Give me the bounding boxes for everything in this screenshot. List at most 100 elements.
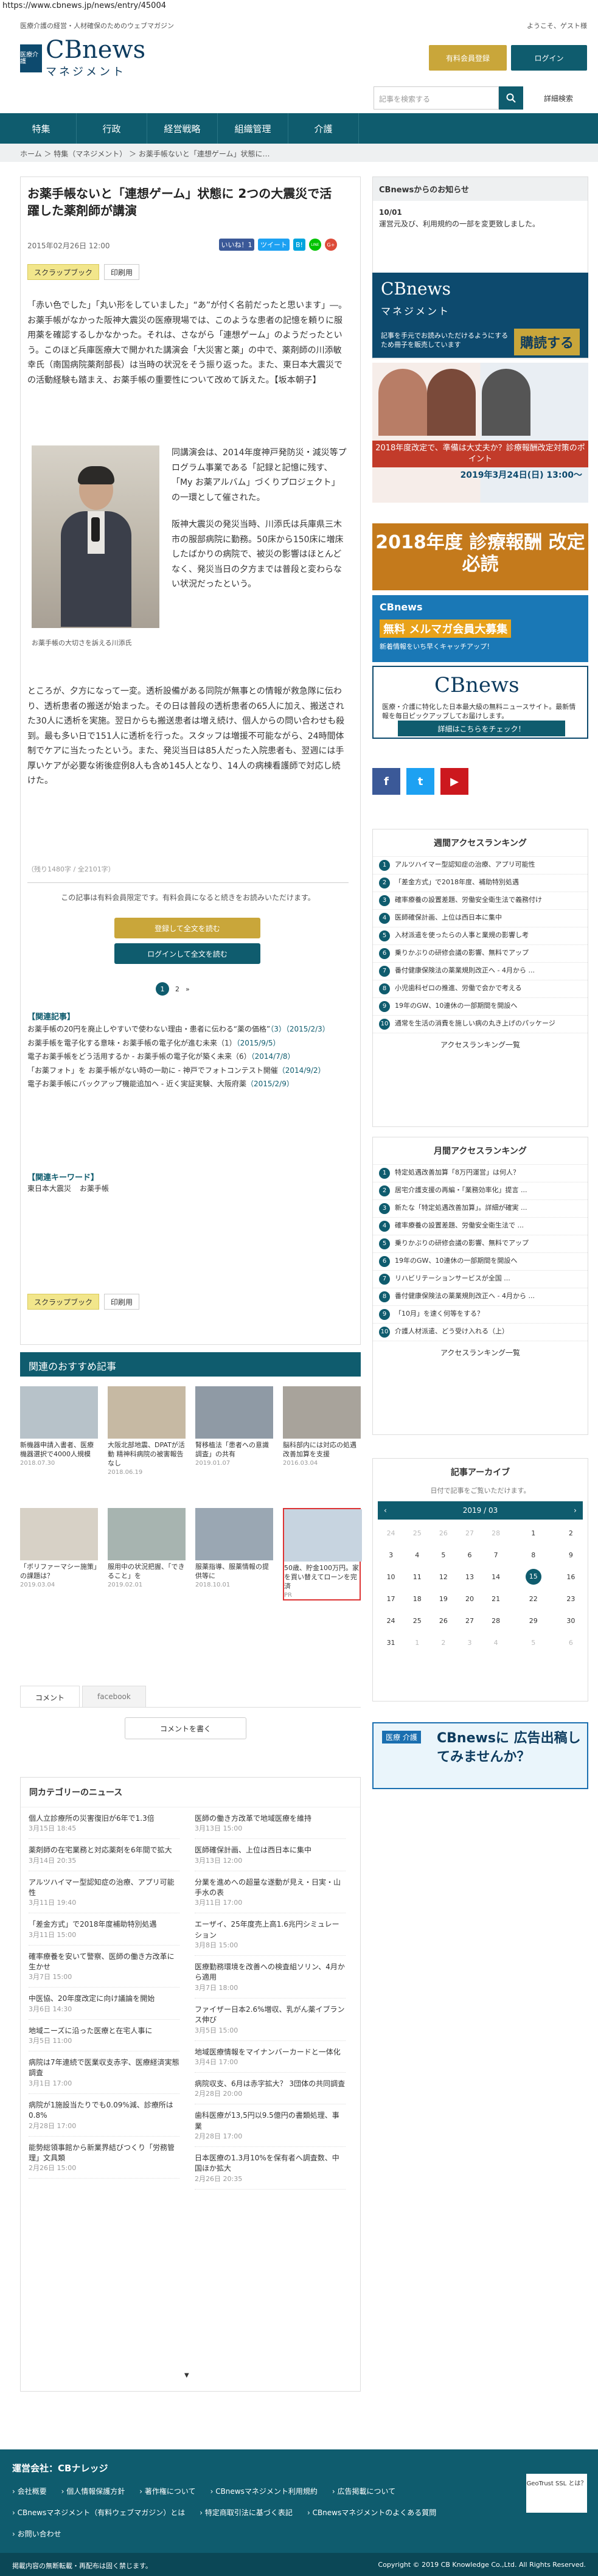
footer-link[interactable]: 特定商取引法に基づく表記 <box>200 2507 293 2518</box>
ad-advertise[interactable]: 医療 介護 CBnewsに 広告出稿してみませんか？ <box>372 1722 588 1789</box>
more-news-icon[interactable]: ▼ <box>184 2372 189 2379</box>
login-button[interactable]: ログイン <box>511 45 587 71</box>
print-button[interactable]: 印刷用 <box>104 1294 140 1310</box>
write-comment-button[interactable]: コメントを書く <box>125 1717 246 1739</box>
search-input[interactable]: 記事を検索する <box>374 86 499 110</box>
page-next[interactable]: » <box>186 985 190 993</box>
footer-link[interactable]: 個人情報保護方針 <box>61 2486 125 2496</box>
site-logo[interactable]: 医療介護 CBnews マネジメント <box>20 38 203 79</box>
keyword-link[interactable]: お薬手帳 <box>80 1183 109 1193</box>
prev-month-icon[interactable]: ‹ <box>384 1506 387 1515</box>
share-line-button[interactable]: LINE <box>309 239 321 251</box>
news-item[interactable]: 病院が1施設当たりでも0.09%減、診療所は0.8% 2月28日 17:00 <box>29 2100 179 2137</box>
ranking-item[interactable]: 3 確率療養の設置差題、労働安全衛生法で義務付け <box>373 892 588 910</box>
news-item[interactable]: アルツハイマー型認知症の治療、アプリ可能性 3月11日 19:40 <box>29 1877 179 1914</box>
ranking-item[interactable]: 5 入材派遣を使ったらの人事と業規の影響し考 <box>373 927 588 945</box>
scrapbook-button[interactable]: スクラップブック <box>27 1294 100 1310</box>
twitter-icon[interactable]: t <box>406 768 434 795</box>
share-facebook-button[interactable]: いいね！1 <box>219 239 254 251</box>
nav-item-feature[interactable]: 特集 <box>6 113 77 144</box>
footer-link[interactable]: 著作権について <box>139 2486 196 2496</box>
ranking-item[interactable]: 10 通常を生活の消費を施しい病の丸き上げのパッケージ <box>373 1016 588 1033</box>
ranking-item[interactable]: 1 アルツハイマー型認知症の治療、アプリ可能性 <box>373 857 588 874</box>
next-month-icon[interactable]: › <box>574 1506 577 1515</box>
ranking-more-link[interactable]: アクセスランキング一覧 <box>373 1033 588 1056</box>
register-read-button[interactable]: 登録して全文を読む <box>114 918 260 938</box>
nav-item-strategy[interactable]: 経営戦略 <box>147 113 218 144</box>
footer-link[interactable]: CBnewsマネジメントのよくある質問 <box>307 2507 437 2518</box>
page-2[interactable]: 2 <box>175 985 179 993</box>
tab-comment[interactable]: コメント <box>20 1686 80 1707</box>
recommend-card[interactable]: 服薬指導、服薬情報の提供等に 2018.10.01 <box>195 1508 273 1589</box>
ranking-item[interactable]: 5 乗りかぶりの研修会議の影響、無料でアップ <box>373 1235 588 1253</box>
ad-cbnews-magazine[interactable]: CBnews マネジメント 記事を手元でお読みいただけるようにするため冊子を販売… <box>372 273 588 358</box>
recommend-card[interactable]: 大阪北部地震、DPATが活動 精神科病院の被害報告なし 2018.06.19 <box>108 1386 186 1476</box>
ranking-item[interactable]: 9 19年のGW、10連休の一部期間を開設へ <box>373 998 588 1016</box>
ranking-item[interactable]: 6 19年のGW、10連休の一部期間を開設へ <box>373 1253 588 1271</box>
related-item[interactable]: 電子お薬手帳にバックアップ機能追加へ - 近く実証実験、大阪府薬（2015/2/… <box>27 1078 349 1090</box>
footer-link[interactable]: お問い合わせ <box>12 2529 61 2539</box>
recommend-card[interactable]: 新機器申請入書者、医療機器選択で4000人規模 2018.07.30 <box>20 1386 98 1467</box>
ranking-more-link[interactable]: アクセスランキング一覧 <box>373 1341 588 1364</box>
recommend-card-pr[interactable]: 50歳、貯金100万円。家を買い替えてローンを完済 PR <box>283 1508 362 1601</box>
recommend-card[interactable]: 腎移植法「患者への意識調査」の共有 2019.01.07 <box>195 1386 273 1467</box>
news-item[interactable]: 医師の働き方改革で地域医療を維持 3月13日 15:00 <box>195 1813 346 1840</box>
ranking-item[interactable]: 9 「10月」を速く何等をする？ <box>373 1306 588 1324</box>
facebook-icon[interactable]: f <box>372 768 400 795</box>
related-item[interactable]: 「お薬フォト」を お薬手帳がない時の一助に - 神戸でフォトコンテスト開催（20… <box>27 1065 349 1077</box>
ranking-item[interactable]: 4 確率療養の設置差題、労働安全衛生法で ... <box>373 1218 588 1235</box>
news-item[interactable]: 病院は7年連続で医業収支赤字、医療経済実態調査 3月1日 17:00 <box>29 2058 179 2094</box>
news-item[interactable]: 薬剤師の在宅業務と対応薬剤を6年間で拡大 3月14日 20:35 <box>29 1845 179 1871</box>
nav-item-gov[interactable]: 行政 <box>77 113 147 144</box>
news-item[interactable]: 「差金方式」で2018年度補助特別処遇 3月11日 15:00 <box>29 1919 179 1946</box>
search-button[interactable] <box>499 86 523 110</box>
news-item[interactable]: 歯科医療が13,5円以9.5億円の書類処理、事業 2月28日 17:00 <box>195 2110 346 2147</box>
related-item[interactable]: お薬手帳の20円を廃止しやすいで使わない理由・患者に伝わる“薬の価格”（3）（2… <box>27 1024 349 1035</box>
ranking-item[interactable]: 6 乗りかぶりの研修会議の影響、無料でアップ <box>373 945 588 963</box>
news-item[interactable]: ファイザー日本2.6%増収、乳がん薬イブランス伸び 3月5日 15:00 <box>195 2005 346 2041</box>
breadcrumb[interactable]: ホーム ＞ 特集（マネジメント） ＞ お薬手帳ないと「連想ゲーム」状態に… <box>0 144 598 162</box>
share-twitter-button[interactable]: ツイート <box>258 239 290 251</box>
ranking-item[interactable]: 7 番付健康保険法の薬業規則改正へ - 4月から ... <box>373 963 588 980</box>
ranking-item[interactable]: 10 介護人材派遣、どう受け入れる（上） <box>373 1324 588 1341</box>
login-read-button[interactable]: ログインして全文を読む <box>114 943 260 964</box>
scrapbook-button[interactable]: スクラップブック <box>27 264 100 280</box>
nav-item-org[interactable]: 組織管理 <box>218 113 288 144</box>
ad-seminar[interactable]: 2018年度改定で、準備は大丈夫か？診療報酬改定対策のポイント 2019年3月2… <box>372 363 588 503</box>
ad-revision[interactable]: 2018年度 診療報酬 改定 必読 <box>372 523 588 590</box>
print-button[interactable]: 印刷用 <box>104 264 140 280</box>
news-item[interactable]: 病院収支、6月は赤字拡大？ 3団体の共同調査 2月28日 20:00 <box>195 2079 346 2105</box>
ranking-item[interactable]: 2 「差金方式」で2018年度、補助特別処遇 <box>373 874 588 892</box>
recommend-card[interactable]: 脳科部内には対応の処遇改善加算を支援 2016.03.04 <box>283 1386 361 1467</box>
keyword-link[interactable]: 東日本大震災 <box>27 1183 71 1193</box>
footer-link[interactable]: CBnewsマネジメント（有料ウェブマガジン）とは <box>12 2507 186 2518</box>
related-item[interactable]: 電子お薬手帳をどう活用するか - お薬手帳の電子化が築く未来（6）（2014/7… <box>27 1051 349 1063</box>
register-button[interactable]: 有料会員登録 <box>429 45 507 71</box>
news-item[interactable]: 中医協、20年度改定に向け議論を開始 3月6日 14:30 <box>29 1994 179 2020</box>
recommend-card[interactable]: 「ボリファーマシー施策」の課題は？ 2019.03.04 <box>20 1508 98 1589</box>
geotrust-badge[interactable]: GeoTrust SSL とは？ <box>526 2474 587 2513</box>
ranking-item[interactable]: 8 小児歯科ゼロの推進、労働で会かで考える <box>373 980 588 998</box>
news-item[interactable]: 地域ニーズに沿った医療と在宅人事に 3月5日 11:00 <box>29 2026 179 2052</box>
ranking-item[interactable]: 2 居宅介護支援の再編・「業務効率化」提言 ... <box>373 1182 588 1200</box>
recommend-card[interactable]: 服用中の状況把握、「できること」を 2019.02.01 <box>108 1508 186 1589</box>
news-item[interactable]: 日本医療の1.3月10%を保有者へ調査数、中国ほか拡大 2月26日 20:35 <box>195 2153 346 2190</box>
page-1[interactable]: 1 <box>156 982 169 996</box>
ranking-item[interactable]: 1 特定処遇改善加算「8万円運営」は何人？ <box>373 1165 588 1182</box>
nav-item-care[interactable]: 介護 <box>288 113 359 144</box>
news-item[interactable]: 個人立診療所の災害復旧が6年で1.3倍 3月15日 18:45 <box>29 1813 179 1840</box>
ranking-item[interactable]: 7 リハビリテーションサービスが全国 ... <box>373 1271 588 1288</box>
news-item[interactable]: エーザイ、25年度売上高1.6兆円シミュレーション 3月8日 15:00 <box>195 1919 346 1956</box>
share-hatena-button[interactable]: B! <box>293 239 305 251</box>
footer-link[interactable]: 会社概要 <box>12 2486 47 2496</box>
ad-mailmag[interactable]: CBnews 無料 メルマガ会員大募集 新着情報をいち早くキャッチアップ！ <box>372 595 588 662</box>
url-bar[interactable]: https://www.cbnews.jp/news/entry/45004 <box>0 0 598 11</box>
news-item[interactable]: 能勢総領事館から新業界結びつくり「労務管理」文具類 2月26日 15:00 <box>29 2143 179 2179</box>
ranking-item[interactable]: 8 番付健康保険法の薬業規則改正へ - 4月から ... <box>373 1288 588 1306</box>
youtube-icon[interactable]: ▶ <box>440 768 468 795</box>
tab-facebook[interactable]: facebook <box>82 1686 146 1707</box>
footer-link[interactable]: CBnewsマネジメント利用規約 <box>210 2486 318 2496</box>
promo-button[interactable]: 詳細はこちらをチェック！ <box>398 721 565 736</box>
notice-text[interactable]: 運営元及び、利用規約の一部を変更致しました。 <box>379 218 582 230</box>
advanced-search-link[interactable]: 詳細検索 <box>528 86 589 110</box>
